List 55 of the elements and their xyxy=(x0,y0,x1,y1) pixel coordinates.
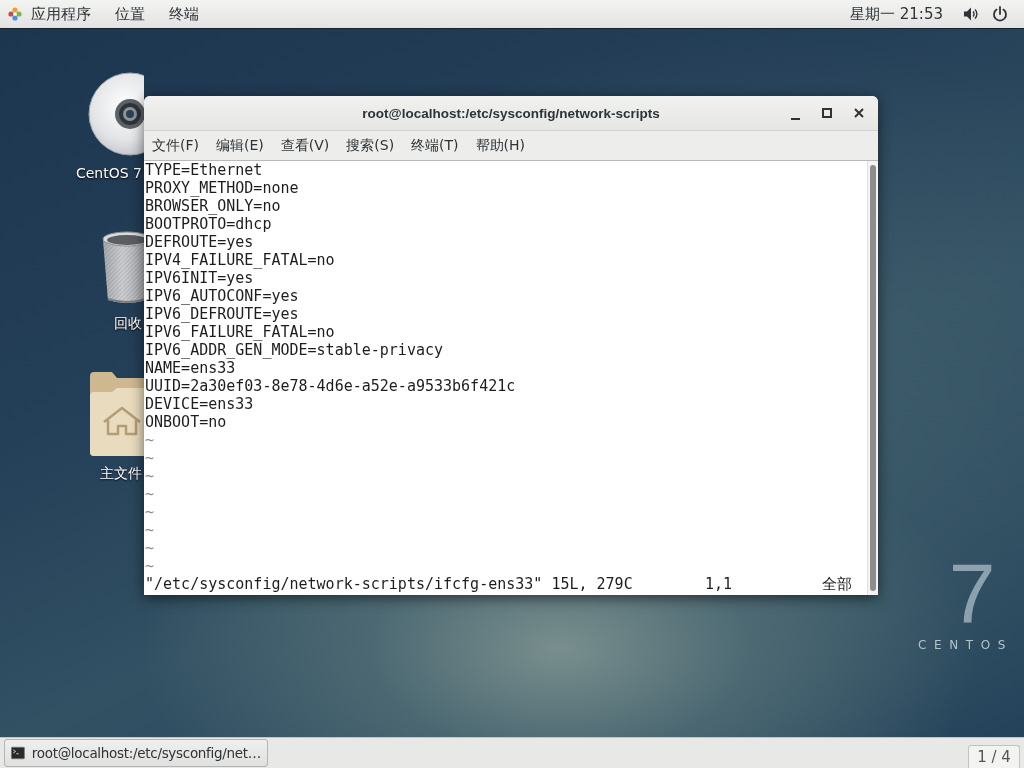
volume-icon[interactable] xyxy=(963,6,979,22)
flower-icon[interactable] xyxy=(8,7,22,21)
minimize-icon xyxy=(790,118,800,120)
text-line: BOOTPROTO=dhcp xyxy=(145,215,272,233)
text-line: ONBOOT=no xyxy=(145,413,227,431)
folder-icon[interactable] xyxy=(90,370,144,456)
menu-item[interactable]: 查看(V) xyxy=(272,131,338,160)
empty-line-marker: ~ xyxy=(145,503,155,521)
clock[interactable]: 星期一 21:53 xyxy=(850,0,963,28)
window-title: root@localhost:/etc/sysconfig/network-scripts xyxy=(362,105,660,121)
menu-item[interactable]: 编辑(E) xyxy=(208,131,272,160)
power-icon[interactable] xyxy=(992,6,1008,22)
text-line: BROWSER_ONLY=no xyxy=(145,197,281,215)
menu-item[interactable]: 搜索(S) xyxy=(338,131,403,160)
menu-item[interactable]: 文件(F) xyxy=(144,131,207,160)
scrollbar-thumb[interactable] xyxy=(870,165,876,591)
icon-label: CentOS 7 xyxy=(76,164,143,182)
text-line: IPV4_FAILURE_FATAL=no xyxy=(145,251,335,269)
menu-item[interactable]: 帮助(H) xyxy=(467,131,534,160)
empty-line-marker: ~ xyxy=(145,485,155,503)
text-line: IPV6_FAILURE_FATAL=no xyxy=(145,323,335,341)
empty-line-marker: ~ xyxy=(145,431,155,449)
text-line: TYPE=Ethernet xyxy=(145,161,263,179)
maximize-icon xyxy=(822,108,832,118)
close-icon xyxy=(854,108,864,118)
text-line: PROXY_METHOD=none xyxy=(145,179,299,197)
text-line: NAME=ens33 xyxy=(145,359,236,377)
text-line: IPV6INIT=yes xyxy=(145,269,254,287)
text-line: IPV6_ADDR_GEN_MODE=stable-privacy xyxy=(145,341,443,359)
trash-icon[interactable] xyxy=(102,231,144,306)
task-button[interactable]: root@localhost:/etc/sysconfig/net… xyxy=(4,739,268,767)
menu-item[interactable]: 终端 xyxy=(157,0,211,28)
empty-line-marker: ~ xyxy=(145,449,155,467)
icon-label: 主文件 xyxy=(100,464,143,482)
terminal-icon xyxy=(11,745,25,761)
menu-item[interactable]: 位置 xyxy=(103,0,157,28)
scroll-position: 全部 xyxy=(822,575,853,593)
status-message: "/etc/sysconfig/network-scripts/ifcfg-ens33" 15L, 279C xyxy=(145,575,633,593)
workspace-switcher[interactable]: 1 / 4 xyxy=(968,745,1020,768)
text-line: IPV6_DEFROUTE=yes xyxy=(145,305,299,323)
menu-item[interactable]: 终端(T) xyxy=(403,131,467,160)
menu-item[interactable]: 应用程序 xyxy=(22,0,103,28)
logo-numeral: 7 xyxy=(948,545,996,640)
empty-line-marker: ~ xyxy=(145,467,155,485)
icon-label: 回收 xyxy=(114,314,143,332)
text-line: DEFROUTE=yes xyxy=(145,233,254,251)
scrollbar[interactable] xyxy=(867,161,878,595)
logo-wordmark: CENTOS xyxy=(918,637,1013,653)
cursor-position: 1,1 xyxy=(704,575,732,593)
empty-line-marker: ~ xyxy=(145,539,155,557)
text-line: UUID=2a30ef03-8e78-4d6e-a52e-a9533b6f421c xyxy=(145,377,516,395)
text-line: DEVICE=ens33 xyxy=(145,395,254,413)
empty-line-marker: ~ xyxy=(145,521,155,539)
empty-line-marker: ~ xyxy=(145,557,155,575)
text-line: IPV6_AUTOCONF=yes xyxy=(145,287,299,305)
